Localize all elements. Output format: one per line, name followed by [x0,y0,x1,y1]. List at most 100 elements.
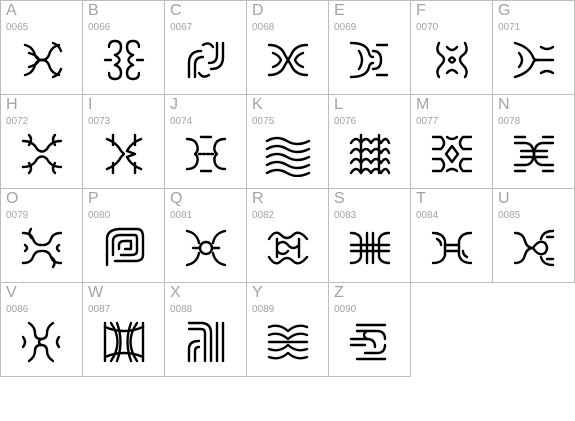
glyph-cell-c[interactable]: C 0067 [164,0,247,95]
glyph-code: 0075 [252,116,275,127]
glyph-letter: R [252,190,264,207]
glyph-code: 0085 [498,210,521,221]
glyph-cell-o[interactable]: O 0079 [0,188,83,283]
glyph-code: 0065 [6,22,29,33]
glyph-code: 0078 [498,116,521,127]
glyph-code: 0080 [88,210,111,221]
glyph-code: 0089 [252,304,275,315]
glyph-letter: Z [334,284,344,301]
glyph-code: 0072 [6,116,29,127]
ornamental-glyph-icon [21,133,63,175]
ornamental-glyph-icon [513,41,555,79]
ornamental-glyph-icon [513,135,555,173]
glyph-cell-p[interactable]: P 0080 [82,188,165,283]
glyph-letter: K [252,96,263,113]
glyph-letter: L [334,96,343,113]
glyph-letter: C [170,2,182,19]
glyph-letter: Y [252,284,263,301]
ornamental-glyph-icon [105,133,143,175]
ornamental-glyph-icon [23,41,63,79]
glyph-cell-q[interactable]: Q 0081 [164,188,247,283]
ornamental-glyph-icon [105,227,145,267]
glyph-letter: I [88,96,93,113]
glyph-code: 0090 [334,304,357,315]
glyph-cell-d[interactable]: D 0068 [246,0,329,95]
ornamental-glyph-icon [349,231,391,265]
glyph-cell-f[interactable]: F 0070 [410,0,493,95]
glyph-cell-x[interactable]: X 0088 [164,282,247,377]
glyph-code: 0073 [88,116,111,127]
glyph-code: 0066 [88,22,111,33]
glyph-cell-a[interactable]: A 0065 [0,0,83,95]
glyph-cell-n[interactable]: N 0078 [492,94,575,189]
ornamental-glyph-icon [349,133,391,175]
glyph-letter: H [6,96,18,113]
glyph-cell-k[interactable]: K 0075 [246,94,329,189]
ornamental-glyph-icon [513,229,555,267]
glyph-code: 0082 [252,210,275,221]
glyph-letter: S [334,190,345,207]
ornamental-glyph-icon [267,324,309,360]
glyph-letter: G [498,2,511,19]
glyph-letter: T [416,190,426,207]
ornamental-glyph-icon [267,231,309,265]
ornamental-glyph-icon [267,43,309,77]
glyph-letter: J [170,96,178,113]
ornamental-glyph-icon [265,136,311,177]
glyph-letter: U [498,190,510,207]
glyph-cell-t[interactable]: T 0084 [410,188,493,283]
ornamental-glyph-icon [21,321,61,363]
glyph-letter: E [334,2,345,19]
glyph-cell-j[interactable]: J 0074 [164,94,247,189]
glyph-cell-h[interactable]: H 0072 [0,94,83,189]
glyph-grid: A 0065 B 0066 C 0067 D 0068 E 0069 F 0070 G 0071 H 0072… [0,0,575,421]
ornamental-glyph-icon [436,41,468,79]
glyph-cell-e[interactable]: E 0069 [328,0,411,95]
ornamental-glyph-icon [185,135,227,173]
glyph-code: 0088 [170,304,193,315]
glyph-cell-i[interactable]: I 0073 [82,94,165,189]
glyph-cell-z[interactable]: Z 0090 [328,282,411,377]
ornamental-glyph-icon [103,321,145,363]
ornamental-glyph-icon [103,39,145,81]
ornamental-glyph-icon [349,323,387,361]
ornamental-glyph-icon [431,231,473,265]
ornamental-glyph-icon [187,321,225,363]
glyph-code: 0074 [170,116,193,127]
glyph-cell-v[interactable]: V 0086 [0,282,83,377]
glyph-letter: D [252,2,264,19]
ornamental-glyph-icon [431,135,473,173]
glyph-code: 0071 [498,22,521,33]
glyph-cell-w[interactable]: W 0087 [82,282,165,377]
glyph-letter: O [6,190,19,207]
glyph-code: 0087 [88,304,111,315]
glyph-code: 0086 [6,304,29,315]
glyph-code: 0076 [334,116,357,127]
glyph-letter: V [6,284,17,301]
glyph-code: 0083 [334,210,357,221]
glyph-letter: W [88,284,104,301]
glyph-letter: B [88,2,99,19]
glyph-code: 0068 [252,22,275,33]
ornamental-glyph-icon [187,41,225,79]
glyph-letter: Q [170,190,183,207]
glyph-cell-r[interactable]: R 0082 [246,188,329,283]
glyph-cell-g[interactable]: G 0071 [492,0,575,95]
glyph-code: 0067 [170,22,193,33]
glyph-cell-s[interactable]: S 0083 [328,188,411,283]
glyph-code: 0079 [6,210,29,221]
glyph-cell-l[interactable]: L 0076 [328,94,411,189]
ornamental-glyph-icon [185,229,227,267]
glyph-cell-b[interactable]: B 0066 [82,0,165,95]
glyph-code: 0077 [416,116,439,127]
glyph-code: 0070 [416,22,439,33]
glyph-letter: N [498,96,510,113]
glyph-letter: A [6,2,17,19]
glyph-cell-m[interactable]: M 0077 [410,94,493,189]
glyph-code: 0081 [170,210,193,221]
glyph-code: 0069 [334,22,357,33]
glyph-letter: F [416,2,426,19]
glyph-cell-u[interactable]: U 0085 [492,188,575,283]
ornamental-glyph-icon [349,41,389,79]
glyph-cell-y[interactable]: Y 0089 [246,282,329,377]
